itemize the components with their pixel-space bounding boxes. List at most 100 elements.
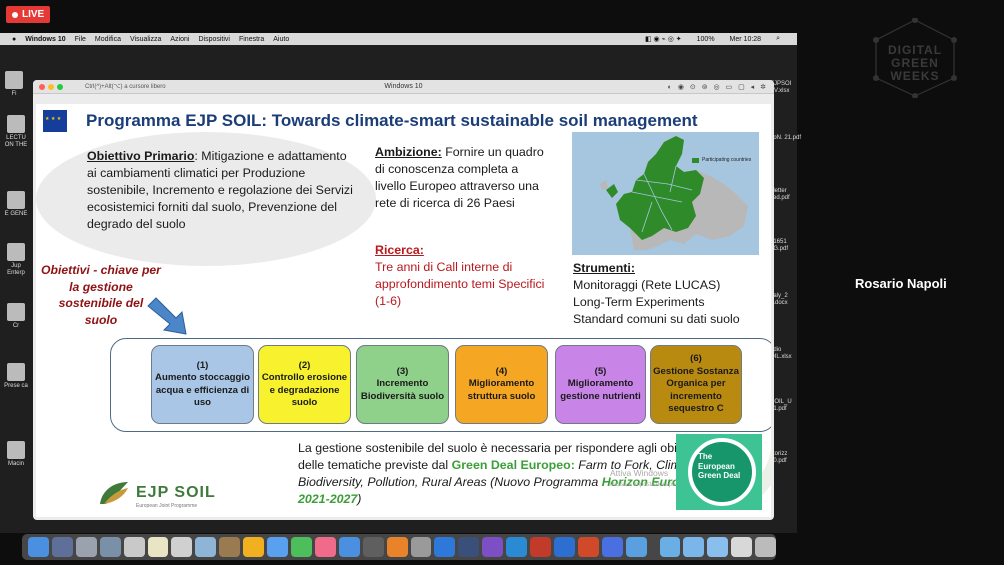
dock-app-icon[interactable]: [625, 537, 647, 557]
logo-subtitle: European Joint Programme: [136, 503, 198, 509]
dock-app-icon[interactable]: [683, 537, 705, 557]
desktop-file-pdf-1[interactable]: doN. 21.pdf: [770, 135, 804, 142]
apple-icon[interactable]: ●: [12, 36, 16, 43]
dock-app-icon[interactable]: [362, 537, 384, 557]
mac-desktop: ● Windows 10 File Modifica Visualizza Az…: [0, 33, 801, 560]
dock-app-icon[interactable]: [755, 537, 777, 557]
dock-app-icon[interactable]: [51, 537, 73, 557]
desktop-item-gene[interactable]: E GENE: [2, 191, 30, 218]
live-badge: LIVE: [6, 6, 51, 23]
dock-app-icon[interactable]: [410, 537, 432, 557]
menu-modifica[interactable]: Modifica: [95, 36, 121, 43]
key-objectives-heading: Obiettivi - chiave per la gestione soste…: [41, 263, 161, 327]
dock-app-icon[interactable]: [314, 537, 336, 557]
file-icon: [5, 71, 23, 89]
dock-app-icon[interactable]: [338, 537, 360, 557]
ambition-label: Ambizione:: [375, 145, 442, 159]
dock-app-icon[interactable]: [482, 537, 504, 557]
dock-app-icon[interactable]: [123, 537, 145, 557]
file-icon: [7, 115, 25, 133]
objective-box-2: (2) Controllo erosione e degradazione suo…: [258, 345, 351, 424]
desktop-file-pdf-2[interactable]: 21651 7G.pdf: [770, 239, 804, 253]
objective-box-4: (4) Miglioramento struttura suolo: [455, 345, 548, 424]
menu-finestra[interactable]: Finestra: [239, 36, 264, 43]
watermark-line-3: WEEKS: [890, 69, 940, 83]
menu-app-name[interactable]: Windows 10: [25, 36, 65, 43]
menu-visualizza[interactable]: Visualizza: [130, 36, 161, 43]
tool-item: Standard comuni su dati suolo: [573, 312, 740, 326]
dock-app-icon[interactable]: [458, 537, 480, 557]
map-legend: Participating countries: [692, 157, 751, 163]
activate-windows-watermark: Attiva Windows Passa a Impostazioni per: [610, 468, 678, 488]
dock-app-icon[interactable]: [147, 537, 169, 557]
dock-app-icon[interactable]: [707, 537, 729, 557]
dock-app-icon[interactable]: [75, 537, 97, 557]
parallels-window: Ctrl(^)+Alt(⌥) a cursore libero Windows …: [33, 80, 774, 520]
desktop-file-italy-docx[interactable]: Italy_2 4.docx: [770, 293, 804, 307]
desktop-item-lecture[interactable]: LECTU ON THE: [2, 115, 30, 149]
dock-app-icon[interactable]: [731, 537, 753, 557]
battery-level: 100%: [696, 35, 715, 43]
dock-app-icon[interactable]: [530, 537, 551, 557]
primary-objective: Obiettivo Primario: Mitigazione e adatta…: [87, 148, 357, 233]
menubar-clock: Mer 10:28: [729, 35, 762, 43]
ambition-block: Ambizione: Fornire un quadro di conoscen…: [375, 144, 545, 212]
search-icon[interactable]: ⌕: [776, 35, 780, 43]
file-icon: [7, 363, 25, 381]
europe-map: Participating countries: [572, 132, 759, 255]
file-icon: [7, 303, 25, 321]
dock-app-icon[interactable]: [243, 537, 265, 557]
dock-app-icon[interactable]: [659, 537, 681, 557]
desktop-item-fi[interactable]: Fi: [0, 71, 28, 98]
dock-app-icon[interactable]: [28, 537, 49, 557]
menu-dispositivi[interactable]: Dispositivi: [198, 36, 230, 43]
dock-app-icon[interactable]: [171, 537, 193, 557]
dock-app-icon[interactable]: [219, 537, 241, 557]
tool-item: Monitoraggi (Rete LUCAS): [573, 278, 721, 292]
status-icons[interactable]: ◧ ◉ ⌁ ◎ ✦: [645, 35, 682, 43]
desktop-file-letter-pdf[interactable]: _letter ked.pdf: [770, 188, 804, 202]
dock-app-icon[interactable]: [267, 537, 288, 557]
menu-aiuto[interactable]: Aiuto: [273, 36, 289, 43]
file-icon: [7, 191, 25, 209]
desktop-file-soil-xlsx[interactable]: edio OIL.xlsx: [770, 347, 804, 361]
dock-app-icon[interactable]: [553, 537, 575, 557]
objective-box-5: (5) Miglioramento gestione nutrienti: [555, 345, 646, 424]
vm-toolbar-icons[interactable]: ◐ ◉ ⊙ ⊚ ◎ ▭ ▢ ◂ ✲: [668, 83, 768, 91]
dock-app-icon[interactable]: [601, 537, 623, 557]
hard-drive-icon: [7, 441, 25, 459]
desktop-file-storizz-pdf[interactable]: storizz 10.pdf: [770, 451, 804, 465]
dock-app-icon[interactable]: [99, 537, 121, 557]
leaf-logo-icon: [100, 482, 128, 504]
mac-menubar: ● Windows 10 File Modifica Visualizza Az…: [0, 33, 797, 45]
research-text: Tre anni di Call interne di approfondime…: [375, 260, 545, 308]
slide-title: Programma EJP SOIL: Towards climate-smar…: [86, 111, 698, 130]
dock-app-icon[interactable]: [386, 537, 408, 557]
window-titlebar[interactable]: Ctrl(^)+Alt(⌥) a cursore libero Windows …: [33, 80, 774, 94]
menu-file[interactable]: File: [75, 36, 86, 43]
logo-name: EJP SOIL: [136, 484, 216, 501]
desktop-item-macin[interactable]: Macin: [2, 441, 30, 468]
presentation-slide: Programma EJP SOIL: Towards climate-smar…: [36, 104, 771, 517]
desktop-file-ejpsoil-xlsx[interactable]: EJPSOI SV.xlsx: [770, 81, 804, 95]
desktop-file-coil-pdf[interactable]: COIL_U 21.pdf: [770, 399, 804, 413]
mac-dock: [22, 534, 777, 560]
screen: LIVE DIGITAL GREEN WEEKS Rosario Napoli …: [0, 0, 1004, 565]
dock-app-icon[interactable]: [434, 537, 456, 557]
green-deal-badge-text: The European Green Deal: [698, 452, 741, 480]
dock-app-icon[interactable]: [506, 537, 528, 557]
eu-flag-icon: [43, 110, 67, 132]
menu-azioni[interactable]: Azioni: [170, 36, 189, 43]
ejp-soil-logo: EJP SOIL European Joint Programme: [98, 476, 248, 516]
dock-app-icon[interactable]: [195, 537, 217, 557]
legend-swatch-icon: [692, 157, 699, 163]
desktop-item-cr[interactable]: Cr: [2, 303, 30, 330]
dock-app-icon[interactable]: [290, 537, 312, 557]
research-label: Ricerca:: [375, 243, 424, 257]
desktop-item-jupyter[interactable]: Jup Enterp: [2, 243, 30, 277]
dock-app-icon[interactable]: [577, 537, 599, 557]
arrow-down-right-icon: [147, 297, 187, 335]
desktop-item-prese[interactable]: Prese ca: [2, 363, 30, 390]
tools-block: Strumenti: Monitoraggi (Rete LUCAS) Long…: [573, 260, 763, 328]
tool-item: Long-Term Experiments: [573, 295, 705, 309]
